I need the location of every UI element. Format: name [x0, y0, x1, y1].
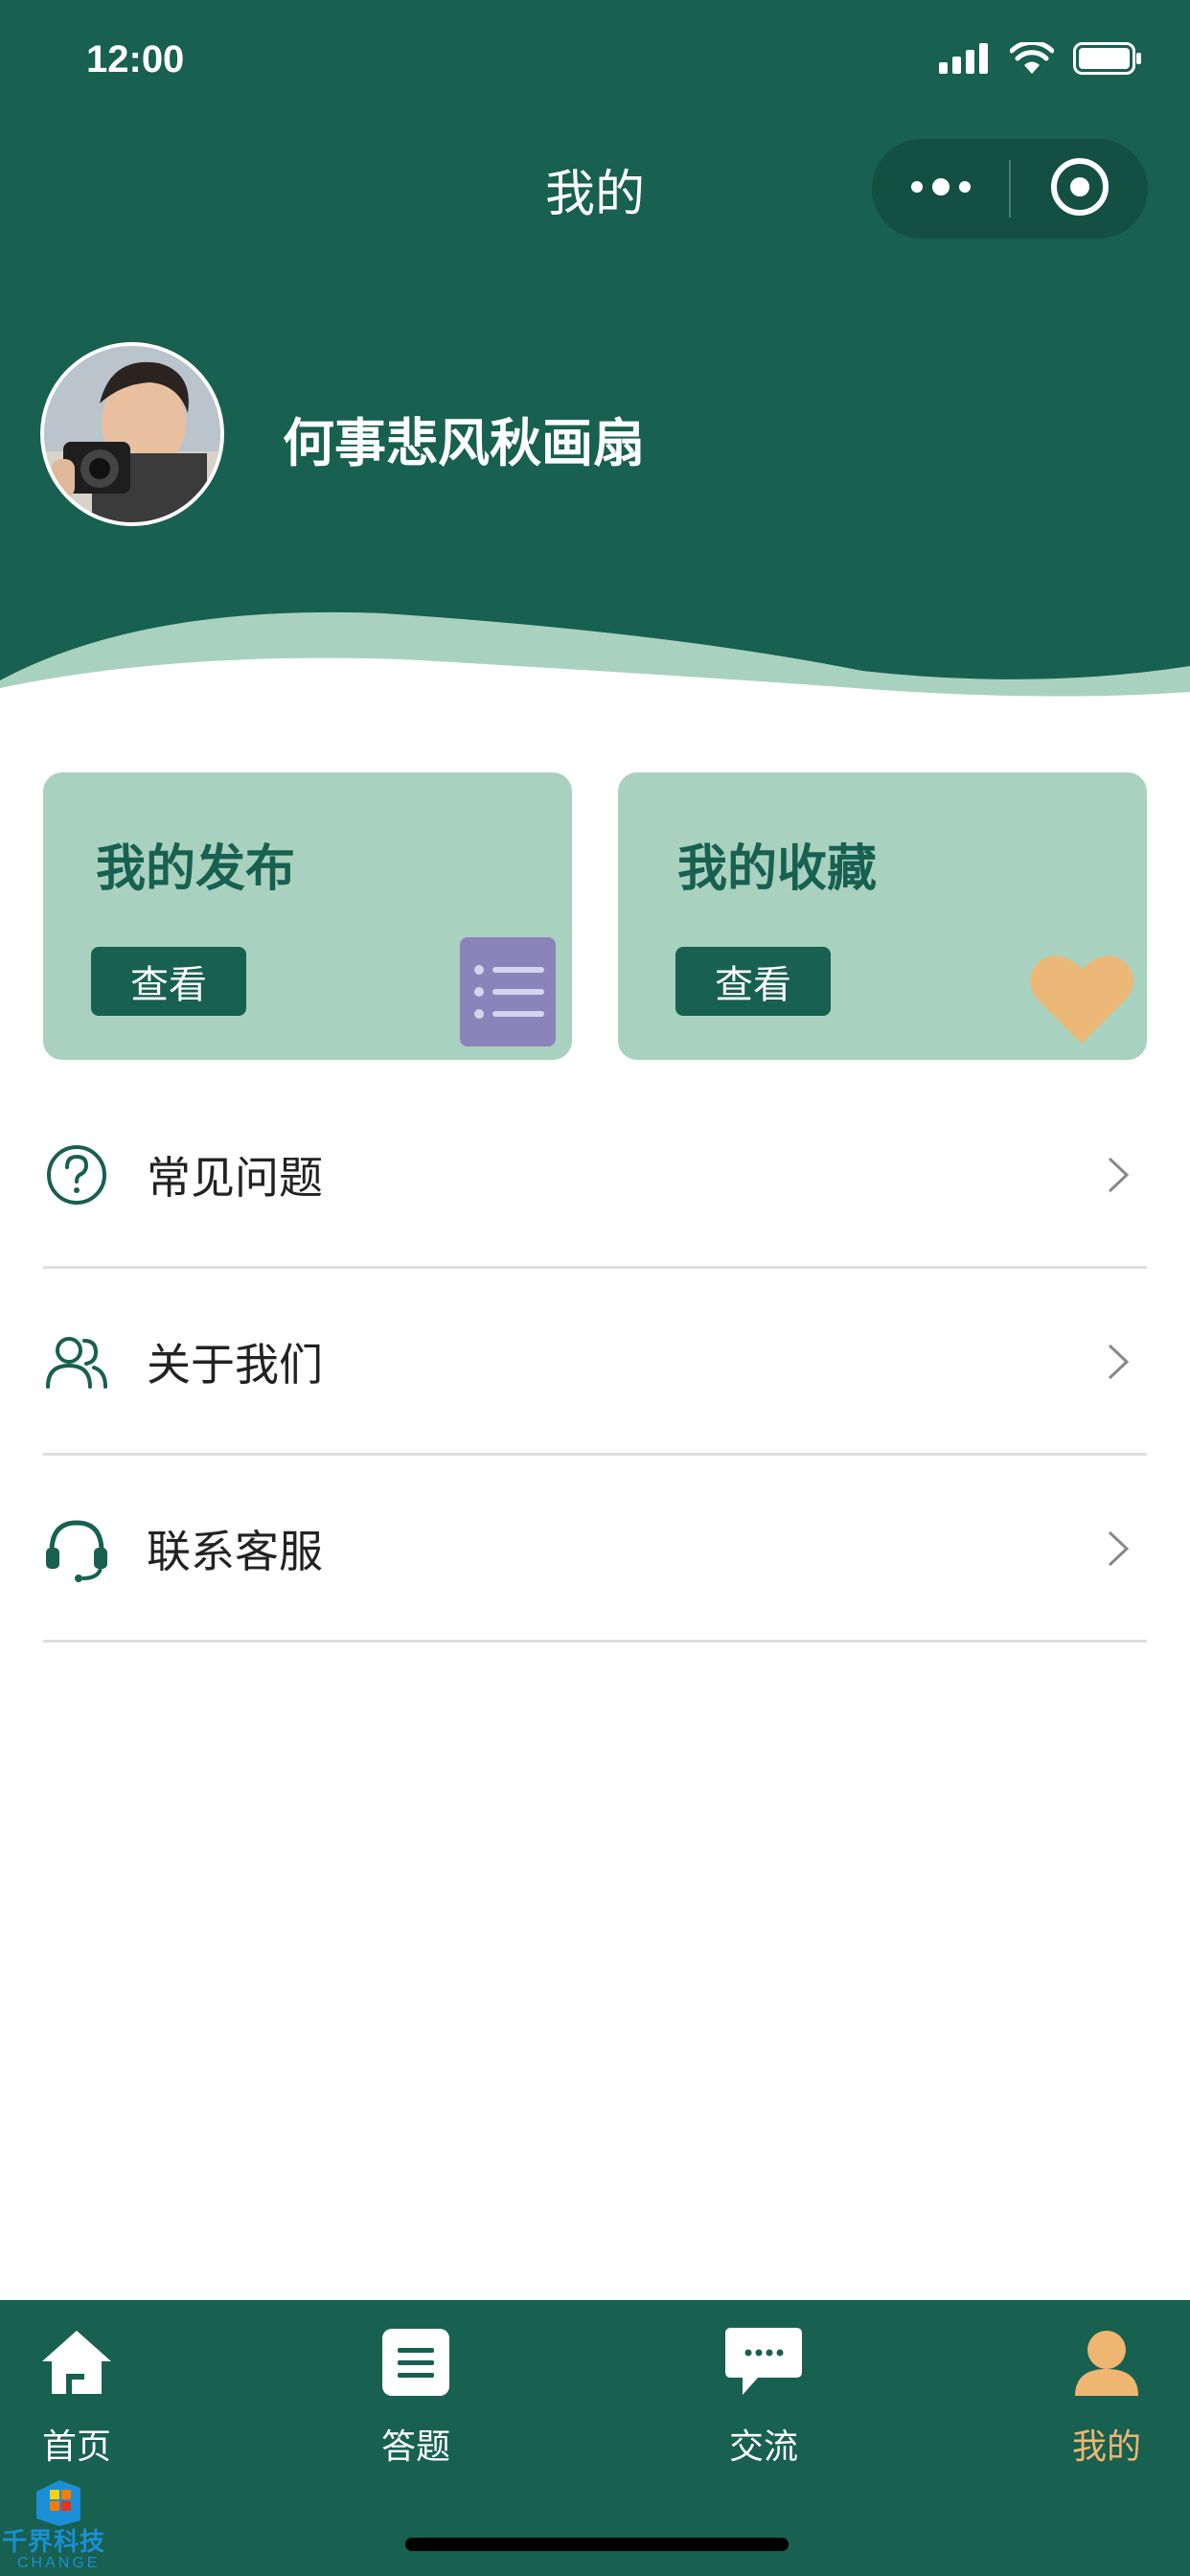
username: 何事悲风秋画扇	[283, 413, 645, 473]
chevron-right-icon	[1099, 1146, 1137, 1204]
menu-item-label: 关于我们	[147, 1338, 323, 1391]
answer-icon	[373, 2319, 459, 2405]
heart-icon	[1028, 950, 1135, 1049]
tab-chat[interactable]: 交流	[668, 2319, 859, 2482]
card-title: 我的收藏	[677, 840, 878, 898]
menu-item-label: 联系客服	[147, 1525, 323, 1577]
tab-profile[interactable]: 我的	[1011, 2319, 1190, 2482]
watermark-subtext: CHANGE	[17, 2555, 101, 2571]
home-icon	[34, 2319, 120, 2405]
status-icons	[939, 39, 1142, 79]
status-time: 12:00	[86, 38, 185, 80]
users-icon	[43, 1328, 110, 1395]
wifi-icon	[1009, 39, 1055, 79]
tab-label: 首页	[41, 2427, 111, 2467]
card-title: 我的发布	[96, 840, 296, 898]
my-posts-card[interactable]: 我的发布 查看	[43, 772, 572, 1060]
chat-icon	[721, 2319, 807, 2405]
tab-home[interactable]: 首页	[0, 2319, 172, 2482]
home-indicator	[405, 2538, 789, 2551]
menu-item-faq[interactable]: 常见问题	[43, 1083, 1147, 1269]
status-bar: 12:00	[0, 0, 1190, 125]
question-icon	[43, 1141, 110, 1208]
chevron-right-icon	[1099, 1520, 1137, 1577]
tab-answer[interactable]: 答题	[320, 2319, 512, 2482]
menu-item-about[interactable]: 关于我们	[43, 1270, 1147, 1456]
view-posts-button[interactable]: 查看	[91, 947, 246, 1016]
battery-icon	[1073, 42, 1142, 79]
tab-label: 交流	[728, 2427, 798, 2467]
list-icon	[460, 937, 556, 1050]
view-favorites-button[interactable]: 查看	[675, 947, 831, 1016]
my-favorites-card[interactable]: 我的收藏 查看	[618, 772, 1147, 1060]
chevron-right-icon	[1099, 1333, 1137, 1391]
avatar[interactable]	[40, 342, 224, 526]
profile-header: 12:00 我的 何事悲风秋画扇	[0, 0, 1190, 728]
tab-label: 我的	[1071, 2427, 1141, 2467]
header-wave	[0, 611, 1190, 728]
mini-program-capsule	[872, 139, 1148, 239]
headset-icon	[43, 1515, 110, 1582]
more-dots-icon	[909, 175, 973, 202]
tab-label: 答题	[380, 2427, 450, 2467]
signal-icon	[939, 43, 991, 78]
tab-bar: 首页 答题 交流 我的	[0, 2300, 1190, 2576]
more-button[interactable]	[872, 139, 1009, 239]
close-miniprogram-button[interactable]	[1011, 139, 1148, 239]
menu-item-label: 常见问题	[147, 1151, 323, 1204]
target-icon	[1049, 156, 1110, 221]
menu-item-support[interactable]: 联系客服	[43, 1457, 1147, 1643]
profile-icon	[1064, 2319, 1150, 2405]
watermark-text: 千界科技	[2, 2528, 106, 2557]
